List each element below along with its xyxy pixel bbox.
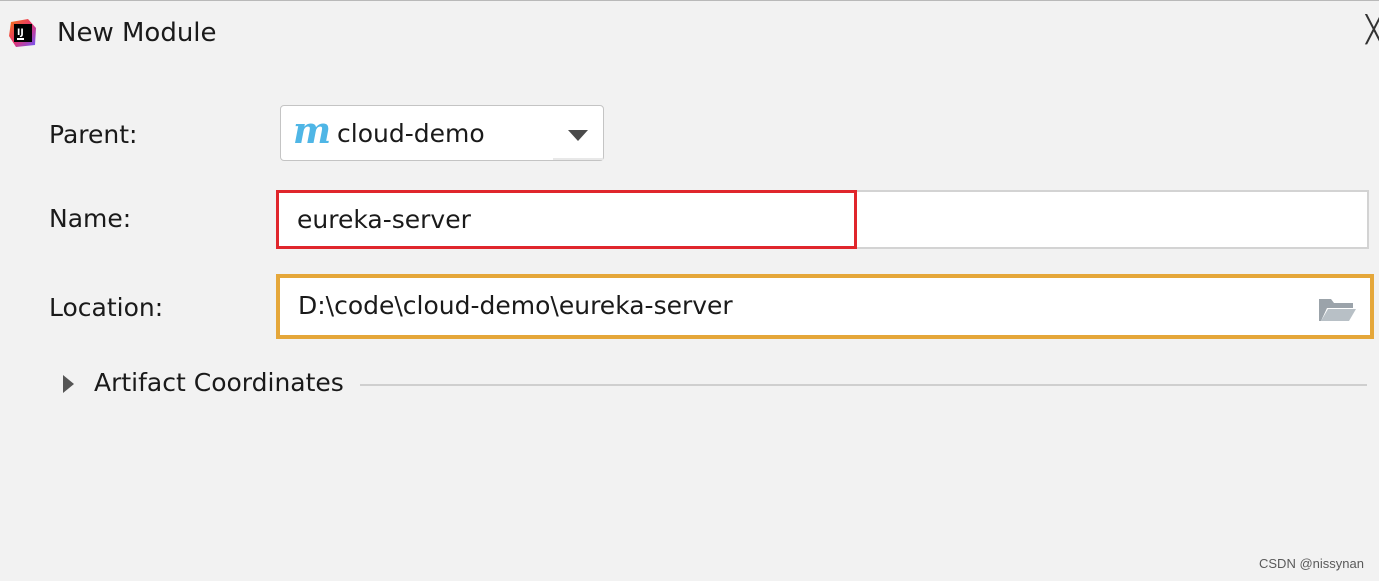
location-input[interactable]: D:\code\cloud-demo\eureka-server <box>276 274 1374 339</box>
location-input-value: D:\code\cloud-demo\eureka-server <box>298 291 733 320</box>
artifact-coordinates-section[interactable]: Artifact Coordinates <box>0 364 1379 404</box>
intellij-idea-icon: IJ <box>9 19 36 47</box>
name-input-value: eureka-server <box>297 205 471 234</box>
close-icon[interactable]: ╳ <box>1366 15 1379 45</box>
artifact-coordinates-label: Artifact Coordinates <box>94 368 344 397</box>
folder-open-icon[interactable] <box>1317 294 1357 324</box>
location-label: Location: <box>49 293 164 322</box>
watermark: CSDN @nissynan <box>1259 556 1364 571</box>
chevron-down-icon[interactable] <box>568 130 588 141</box>
maven-icon: m <box>293 110 332 152</box>
title-bar: IJ New Module ╳ <box>0 1 1379 61</box>
parent-label: Parent: <box>49 120 138 149</box>
expand-arrow-icon[interactable] <box>63 375 74 393</box>
parent-dropdown[interactable]: m cloud-demo <box>280 105 604 161</box>
name-label: Name: <box>49 204 132 233</box>
parent-selected-value: cloud-demo <box>337 119 485 148</box>
name-input[interactable]: eureka-server <box>276 190 1369 249</box>
combo-divider <box>553 158 603 160</box>
dialog-title: New Module <box>57 18 217 48</box>
svg-text:IJ: IJ <box>17 28 24 38</box>
section-separator <box>360 384 1367 386</box>
